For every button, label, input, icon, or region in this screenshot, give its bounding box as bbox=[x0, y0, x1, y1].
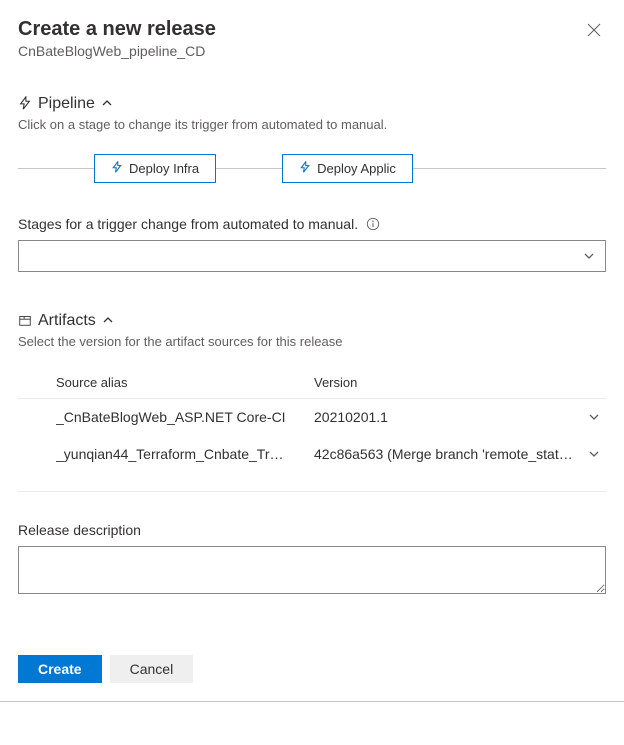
chevron-down-icon bbox=[588, 448, 600, 460]
close-icon bbox=[586, 22, 602, 38]
expand-row-button[interactable] bbox=[582, 411, 606, 423]
chevron-up-icon bbox=[101, 96, 113, 112]
chevron-down-icon bbox=[583, 250, 595, 262]
pipeline-section-label: Pipeline bbox=[38, 95, 95, 113]
create-button[interactable]: Create bbox=[18, 655, 102, 683]
stage-deploy-infra[interactable]: Deploy Infra bbox=[94, 154, 216, 183]
table-row: _CnBateBlogWeb_ASP.NET Core-CI 20210201.… bbox=[18, 399, 606, 436]
lightning-icon bbox=[299, 161, 311, 176]
artifact-alias: _yunqian44_Terraform_Cnbate_Tr… bbox=[56, 446, 314, 462]
artifact-version: 42c86a563 (Merge branch 'remote_stats' … bbox=[314, 446, 582, 462]
artifacts-section-label: Artifacts bbox=[38, 312, 96, 330]
pipeline-section-toggle[interactable]: Pipeline bbox=[18, 95, 606, 113]
pipeline-stages-row: Deploy Infra Deploy Applic bbox=[18, 150, 606, 186]
table-divider bbox=[18, 491, 606, 492]
trigger-stages-label: Stages for a trigger change from automat… bbox=[18, 216, 358, 232]
chevron-up-icon bbox=[102, 313, 114, 329]
stage-deploy-application[interactable]: Deploy Applic bbox=[282, 154, 413, 183]
cancel-button[interactable]: Cancel bbox=[110, 655, 194, 683]
dialog-subtitle: CnBateBlogWeb_pipeline_CD bbox=[18, 43, 216, 59]
lightning-icon bbox=[18, 96, 32, 113]
stage-label: Deploy Infra bbox=[129, 161, 199, 176]
artifacts-section-toggle[interactable]: Artifacts bbox=[18, 312, 606, 330]
expand-row-button[interactable] bbox=[582, 448, 606, 460]
artifact-version: 20210201.1 bbox=[314, 409, 582, 425]
column-header-alias: Source alias bbox=[56, 375, 314, 390]
table-row: _yunqian44_Terraform_Cnbate_Tr… 42c86a56… bbox=[18, 436, 606, 473]
artifacts-instruction: Select the version for the artifact sour… bbox=[18, 334, 606, 349]
lightning-icon bbox=[111, 161, 123, 176]
release-description-input[interactable] bbox=[18, 546, 606, 594]
package-icon bbox=[18, 313, 32, 330]
stage-label: Deploy Applic bbox=[317, 161, 396, 176]
pipeline-instruction: Click on a stage to change its trigger f… bbox=[18, 117, 606, 132]
trigger-stages-dropdown[interactable] bbox=[18, 240, 606, 272]
column-header-version: Version bbox=[314, 375, 606, 390]
dialog-title: Create a new release bbox=[18, 18, 216, 41]
description-label: Release description bbox=[18, 522, 141, 538]
chevron-down-icon bbox=[588, 411, 600, 423]
artifact-alias: _CnBateBlogWeb_ASP.NET Core-CI bbox=[56, 409, 314, 425]
close-button[interactable] bbox=[582, 18, 606, 42]
info-icon[interactable] bbox=[366, 217, 380, 231]
artifacts-table-header: Source alias Version bbox=[18, 367, 606, 399]
